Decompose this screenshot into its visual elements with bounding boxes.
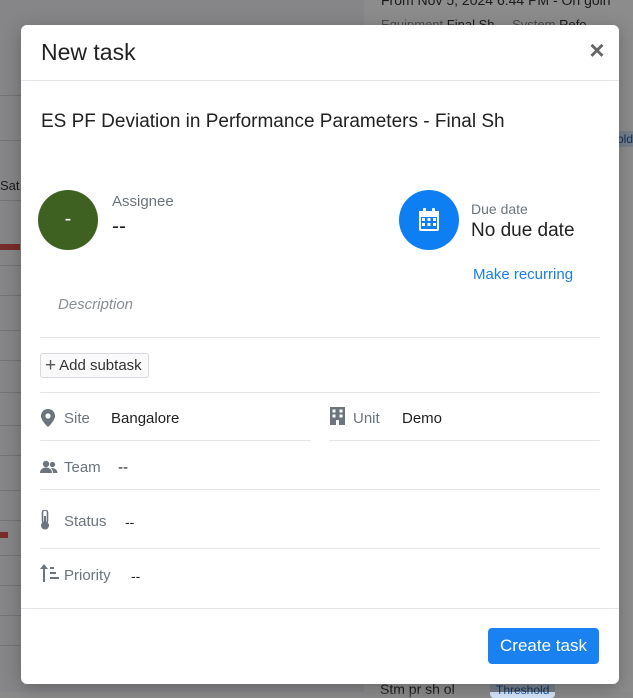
site-value[interactable]: Bangalore	[111, 410, 179, 427]
close-button[interactable]: ×	[585, 37, 609, 63]
unit-label: Unit	[353, 410, 380, 427]
building-icon	[330, 407, 345, 430]
divider	[40, 489, 600, 490]
unit-value[interactable]: Demo	[402, 410, 442, 427]
add-subtask-button[interactable]: + Add subtask	[40, 353, 149, 378]
divider	[40, 392, 600, 393]
divider	[40, 337, 600, 338]
sort-priority-icon	[40, 564, 60, 587]
assignee-avatar[interactable]: -	[38, 190, 98, 250]
create-task-button[interactable]: Create task	[488, 628, 599, 664]
modal-title: New task	[41, 39, 136, 65]
assignee-value[interactable]: --	[112, 215, 126, 239]
modal-header: New task ×	[21, 25, 619, 81]
new-task-modal: New task × ES PF Deviation in Performanc…	[21, 25, 619, 684]
site-label: Site	[64, 410, 90, 427]
people-icon	[40, 460, 58, 479]
team-value[interactable]: --	[118, 459, 128, 476]
status-value[interactable]: --	[125, 514, 134, 530]
assignee-label: Assignee	[112, 193, 174, 210]
priority-label: Priority	[64, 567, 111, 584]
description-input[interactable]: Description	[58, 296, 133, 313]
modal-footer-divider	[21, 608, 619, 609]
thermometer-icon	[40, 509, 50, 535]
status-label: Status	[64, 513, 107, 530]
divider	[40, 548, 600, 549]
plus-icon: +	[45, 354, 57, 376]
due-date-value[interactable]: No due date	[471, 220, 575, 242]
priority-value[interactable]: --	[131, 568, 140, 584]
task-title-input[interactable]: ES PF Deviation in Performance Parameter…	[41, 111, 505, 133]
make-recurring-link[interactable]: Make recurring	[473, 266, 573, 283]
due-date-label: Due date	[471, 201, 528, 217]
team-label: Team	[64, 459, 101, 476]
calendar-icon	[419, 208, 439, 231]
divider	[40, 440, 311, 441]
location-pin-icon	[41, 409, 55, 432]
due-date-button[interactable]	[399, 190, 459, 250]
add-subtask-label: Add subtask	[59, 357, 142, 374]
divider	[329, 440, 600, 441]
